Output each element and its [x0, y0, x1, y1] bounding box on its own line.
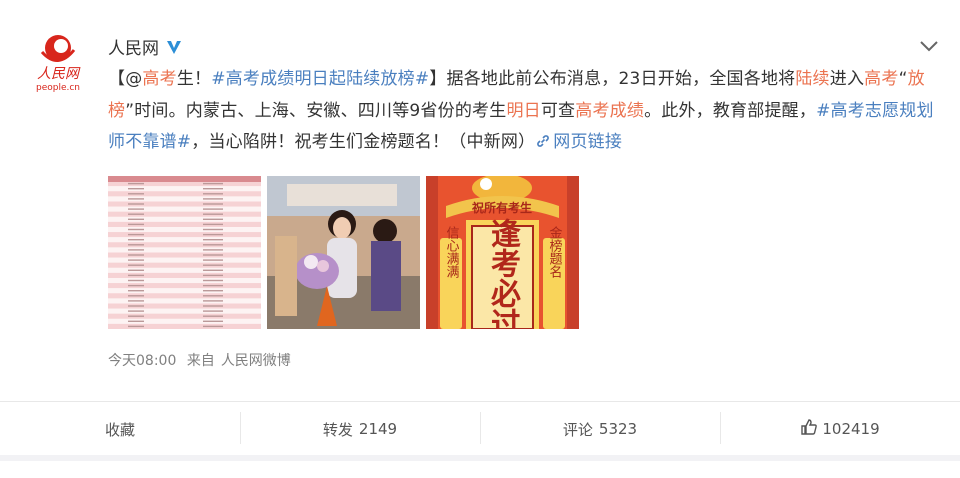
next-card-edge [0, 461, 960, 478]
source-prefix: 来自 [186, 353, 215, 369]
image-gallery: 祝所有考生 逢考必过 信心满满 金榜题名 [108, 176, 579, 329]
text-segment: 进入 [829, 69, 865, 89]
svg-text:people.cn: people.cn [36, 83, 80, 93]
verified-icon [165, 38, 183, 56]
text-segment: 可查 [540, 100, 576, 121]
text-segment: ，当心陷阱！祝考生们金榜题名！（中新网） [191, 132, 536, 152]
post-text: 【@高考生！#高考成绩明日起陆续放榜#】据各地此前公布消息，23日开始，全国各地… [108, 64, 943, 159]
comment-label: 评论 [562, 420, 593, 439]
text-segment: 】据各地此前公布消息，23日开始，全国各地将 [429, 69, 796, 89]
web-link[interactable]: 网页链接 [535, 132, 622, 152]
text-segment: 生！ [176, 69, 212, 89]
post-time[interactable]: 今天08:00 [108, 353, 176, 369]
svg-text:金榜题名: 金榜题名 [547, 225, 563, 278]
post-source[interactable]: 人民网微博 [221, 353, 291, 369]
keyword-highlight: 明日 [506, 100, 541, 121]
author-name[interactable]: 人民网 [108, 34, 159, 59]
thumbs-up-icon [800, 418, 818, 440]
svg-text:祝所有考生: 祝所有考生 [472, 200, 532, 215]
svg-text:信心满满: 信心满满 [444, 226, 460, 278]
repost-label: 转发 [322, 420, 353, 439]
avatar[interactable]: 人民网 people.cn [28, 30, 88, 94]
weibo-post-card: 人民网 people.cn 人民网 【@高考生！#高考成绩明日起陆续放榜#】据各… [0, 0, 960, 455]
comment-button[interactable]: 评论 5323 [480, 402, 720, 456]
image-students-photo[interactable] [267, 176, 420, 329]
favorite-button[interactable]: 收藏 [0, 402, 240, 456]
image-poster[interactable]: 祝所有考生 逢考必过 信心满满 金榜题名 [426, 176, 579, 329]
keyword-highlight: 高考成绩 [575, 100, 645, 121]
svg-text:逢考必过: 逢考必过 [485, 218, 521, 329]
author-name-row: 人民网 [108, 34, 183, 59]
post-meta: 今天08:00 来自 人民网微博 [108, 350, 297, 370]
text-segment: 【@ [108, 69, 143, 89]
keyword-highlight: 陆续 [795, 69, 830, 89]
favorite-label: 收藏 [104, 420, 135, 439]
like-button[interactable]: 102419 [720, 402, 960, 456]
image-table[interactable] [108, 176, 261, 329]
action-bar: 收藏 转发 2149 评论 5323 102419 [0, 401, 960, 456]
repost-button[interactable]: 转发 2149 [240, 402, 480, 456]
keyword-highlight: 高考 [864, 69, 899, 89]
svg-text:人民网: 人民网 [37, 66, 81, 82]
hashtag-link[interactable]: #高考成绩明日起陆续放榜# [211, 69, 429, 89]
web-link-label: 网页链接 [553, 132, 623, 152]
chevron-down-icon[interactable] [918, 38, 940, 52]
text-segment: “ [898, 69, 908, 89]
link-icon [537, 135, 550, 147]
text-segment: 。此外，教育部提醒， [644, 100, 817, 121]
repost-count: 2149 [358, 420, 398, 438]
like-count: 102419 [822, 420, 880, 438]
comment-count: 5323 [598, 420, 638, 438]
mention-link[interactable]: 高考 [142, 69, 176, 89]
text-segment: ”时间。内蒙古、上海、安徽、四川等9省份的考生 [125, 100, 507, 121]
